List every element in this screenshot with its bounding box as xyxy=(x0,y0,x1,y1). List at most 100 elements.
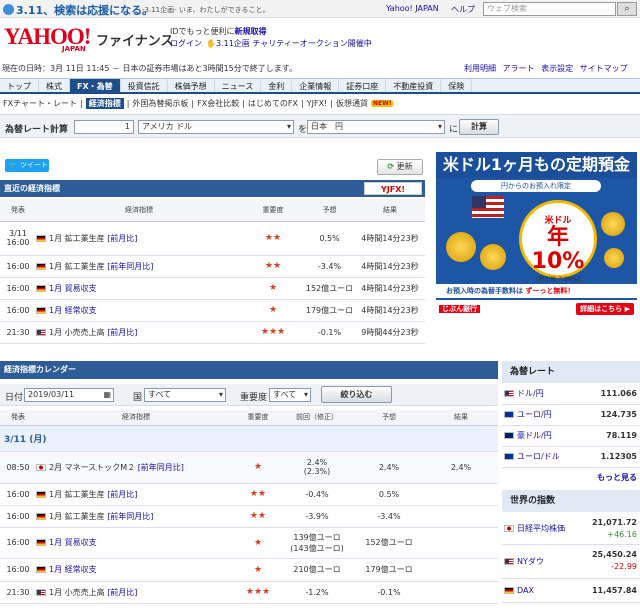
yahoo-japan-link[interactable]: Yahoo! JAPAN xyxy=(386,4,439,13)
index-link[interactable]: 日経平均株価 xyxy=(517,524,565,533)
calendar-filter: 日付 2019/03/11 ▦ 国 すべて 重要度 すべて 絞り込む xyxy=(0,384,498,406)
fx-pair-link[interactable]: ユーロ/円 xyxy=(517,410,552,419)
row-time: 08:50 xyxy=(0,451,36,484)
indicator-link[interactable]: 1月 貿易収支 xyxy=(49,538,97,547)
nav-fx[interactable]: FX・為替 xyxy=(70,79,121,92)
result-countdown: 9時間44分23秒 xyxy=(355,321,425,344)
country-select[interactable]: すべて xyxy=(144,388,226,402)
nav-forecast[interactable]: 株価予想 xyxy=(168,79,215,92)
us-flag-icon xyxy=(504,557,514,565)
yjfx-badge[interactable]: YJFX! xyxy=(364,182,422,195)
charity-link[interactable]: 3.11企画 チャリティーオークション開催中 xyxy=(216,39,372,48)
fx-row[interactable]: ユーロ/円 124.735 xyxy=(502,404,640,426)
ad-detail-button[interactable]: 詳細はこちら ▶ xyxy=(576,303,634,315)
tweet-button[interactable]: 🐦 ツイート xyxy=(5,159,49,172)
subnav-crypto[interactable]: 仮想通貨 xyxy=(336,98,368,109)
indicator-link[interactable]: [前月比] xyxy=(107,234,137,243)
help-link[interactable]: ヘルプ xyxy=(451,4,475,15)
indicator-link[interactable]: [前月比] xyxy=(107,588,137,597)
subnav-beginner[interactable]: はじめてのFX xyxy=(248,98,298,109)
indicator-link[interactable]: [前年同月比] xyxy=(138,463,184,472)
table-row: 16:00 1月 貿易収支 ★ 139億ユーロ (143億ユーロ) 152億ユー… xyxy=(0,527,498,559)
fx-pair-link[interactable]: ユーロ/ドル xyxy=(517,452,560,461)
fx-pair-link[interactable]: ドル/円 xyxy=(517,389,544,398)
fx-row[interactable]: ユーロ/ドル 1.12305 xyxy=(502,446,640,468)
nav-top[interactable]: トップ xyxy=(0,79,39,92)
indicator-link[interactable]: [前月比] xyxy=(107,328,137,337)
subnav-compare[interactable]: FX会社比較 xyxy=(197,98,239,109)
fx-value: 124.735 xyxy=(583,404,640,426)
login-link[interactable]: ログイン xyxy=(170,39,202,48)
nav-insurance[interactable]: 保険 xyxy=(441,79,473,92)
util-link-sitemap[interactable]: サイトマップ xyxy=(580,64,628,73)
index-row[interactable]: 日経平均株価 21,071.72 +46.16 xyxy=(502,514,640,545)
util-link-alert[interactable]: アラート xyxy=(503,64,535,73)
index-row[interactable]: DAX 11,457.84 xyxy=(502,578,640,603)
refresh-button[interactable]: ⟳ 更新 xyxy=(377,159,423,175)
finance-title[interactable]: ファイナンス xyxy=(96,30,173,49)
nav-news[interactable]: ニュース xyxy=(215,79,262,92)
subnav-indicators[interactable]: 経済指標 xyxy=(85,97,124,109)
recent-indicators-header: 直近の経済指標 YJFX! xyxy=(0,180,425,197)
nav-stock[interactable]: 株式 xyxy=(39,79,70,92)
nav-company[interactable]: 企業情報 xyxy=(292,79,340,92)
forecast-value: 179億ユーロ xyxy=(304,299,355,322)
filter-button[interactable]: 絞り込む xyxy=(321,386,392,403)
indicator-link[interactable]: 1月 貿易収支 xyxy=(49,284,97,293)
yahoo-logo[interactable]: YAHOO! JAPAN xyxy=(4,25,91,54)
util-link-settings[interactable]: 表示設定 xyxy=(541,64,573,73)
nav-realestate[interactable]: 不動産投資 xyxy=(386,79,442,92)
japan-flag-icon xyxy=(504,525,514,533)
more-link[interactable]: もっと見る xyxy=(597,473,637,482)
web-search-input[interactable]: ウェブ検索 xyxy=(483,2,616,16)
indicator-link[interactable]: 1月 経常収支 xyxy=(49,565,97,574)
forecast-value: -0.1% xyxy=(304,321,355,344)
campaign-link[interactable]: 3.11、検索は応援になる。 xyxy=(3,2,153,18)
indicator-link[interactable]: [前月比] xyxy=(107,490,137,499)
fx-row[interactable]: ドル/円 111.066 xyxy=(502,383,640,405)
register-link[interactable]: 新規取得 xyxy=(235,27,267,36)
ad-sub: 円からのお預入れ限定 xyxy=(471,180,601,192)
fx-row[interactable]: 豪ドル/円 78.119 xyxy=(502,425,640,447)
from-currency-select[interactable]: アメリカ ドル xyxy=(138,120,294,134)
forecast-value: 2.4% xyxy=(354,451,424,484)
fx-pair-link[interactable]: 豪ドル/円 xyxy=(517,431,552,440)
indicator-link[interactable]: [前年同月比] xyxy=(107,262,153,271)
row-indicator: 1月 貿易収支 xyxy=(36,277,242,300)
importance-select[interactable]: すべて xyxy=(269,388,311,402)
eu-flag-icon xyxy=(504,411,514,418)
index-link[interactable]: NYダウ xyxy=(517,557,544,566)
nav-fund[interactable]: 投資信託 xyxy=(121,79,168,92)
fx-value: 78.119 xyxy=(583,425,640,447)
amount-input[interactable]: 1 xyxy=(74,120,134,134)
subnav-yjfx[interactable]: YJFX! xyxy=(307,99,328,108)
indicator-link[interactable]: [前年同月比] xyxy=(107,512,153,521)
search-button[interactable]: ⌕ xyxy=(617,2,637,16)
ad-strip: お預入時の為替手数料は ずーっと無料！ xyxy=(436,284,637,298)
subnav-board[interactable]: 外国為替掲示板 xyxy=(132,98,188,109)
germany-flag-icon xyxy=(36,234,46,242)
forecast-value: 0.5% xyxy=(354,483,424,506)
us-flag-icon xyxy=(36,588,46,596)
nav-rate[interactable]: 金利 xyxy=(261,79,293,92)
importance-stars: ★★ xyxy=(236,483,280,506)
indicator-link[interactable]: 1月 経常収支 xyxy=(49,306,97,315)
campaign-sub-link[interactable]: -3.11企画- いま、わたしができること。 xyxy=(142,5,269,15)
importance-stars: ★★ xyxy=(242,255,304,278)
bank-ad-banner[interactable]: 米ドル1ヶ月もの定期預金 円からのお預入れ限定 米ドル 年10% (税引後 7.… xyxy=(436,152,637,318)
germany-flag-icon xyxy=(36,262,46,270)
date-input[interactable]: 2019/03/11 ▦ xyxy=(24,388,114,402)
index-link[interactable]: DAX xyxy=(517,586,534,595)
us-flag-icon xyxy=(472,196,504,218)
calc-button[interactable]: 計算 xyxy=(459,119,499,135)
row-indicator: 1月 貿易収支 xyxy=(36,527,236,559)
indicator-name: 1月 小売売上高 xyxy=(49,327,105,337)
index-row[interactable]: NYダウ 25,450.24 -22.99 xyxy=(502,544,640,579)
row-indicator: 1月 鉱工業生産 [前年同月比] xyxy=(36,505,236,528)
importance-label: 重要度 xyxy=(240,393,268,403)
subnav-fxchart[interactable]: FXチャート・レート xyxy=(3,98,77,109)
to-currency-select[interactable]: 日本 円 xyxy=(307,120,445,134)
nav-account[interactable]: 証券口座 xyxy=(339,79,387,92)
util-link-usage[interactable]: 利用明細 xyxy=(464,64,496,73)
world-indices-table: 日経平均株価 21,071.72 +46.16 NYダウ 25,450.24 -22.9… xyxy=(502,514,640,603)
